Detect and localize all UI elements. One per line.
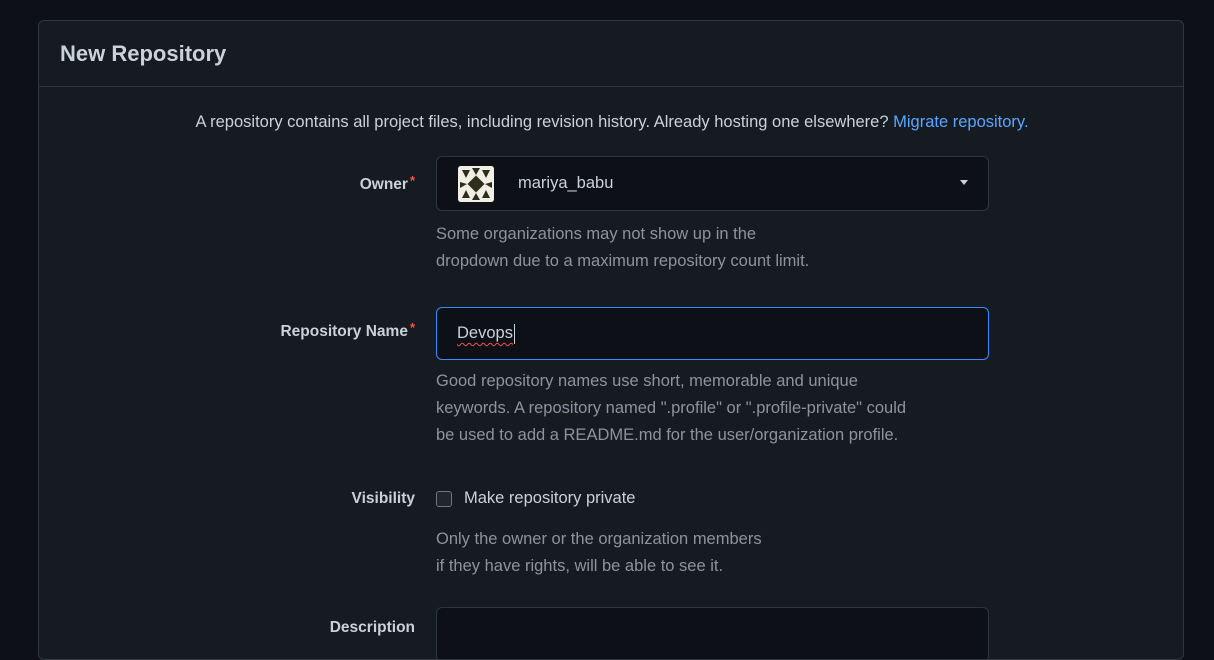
identicon-icon: [458, 165, 494, 202]
visibility-label: Visibility: [352, 490, 415, 508]
required-mark: *: [409, 320, 415, 335]
required-mark: *: [409, 173, 415, 188]
avatar: [458, 165, 494, 202]
repository-name-help-line: Good repository names use short, memorab…: [436, 372, 858, 390]
panel-header: New Repository: [39, 21, 1183, 87]
visibility-label-text: Visibility: [351, 490, 415, 507]
visibility-help-line: Only the owner or the organization membe…: [436, 530, 762, 548]
new-repository-panel: New Repository A repository contains all…: [38, 20, 1184, 660]
repository-name-input[interactable]: Devops: [436, 307, 989, 360]
repository-name-label: Repository Name *: [280, 320, 415, 341]
make-private-toggle[interactable]: Make repository private: [436, 489, 636, 508]
text-cursor: [513, 323, 515, 344]
owner-help-line: dropdown due to a maximum repository cou…: [436, 252, 810, 270]
repository-name-help-line: be used to add a README.md for the user/…: [436, 426, 899, 444]
intro-description: A repository contains all project files,…: [195, 113, 889, 131]
visibility-help: Only the owner or the organization membe…: [436, 526, 762, 580]
owner-help: Some organizations may not show up in th…: [436, 221, 809, 275]
make-private-checkbox[interactable]: [436, 490, 452, 507]
description-label-text: Description: [329, 619, 415, 636]
migrate-repository-link[interactable]: Migrate repository.: [893, 113, 1028, 131]
repository-name-label-text: Repository Name: [280, 323, 408, 340]
repository-name-value: Devops: [457, 324, 513, 342]
visibility-help-line: if they have rights, will be able to see…: [436, 557, 724, 575]
intro-text: A repository contains all project files,…: [39, 113, 1183, 132]
owner-label-text: Owner: [359, 176, 408, 193]
description-input[interactable]: [436, 607, 989, 659]
owner-dropdown[interactable]: mariya_babu: [436, 156, 989, 211]
owner-help-line: Some organizations may not show up in th…: [436, 225, 757, 243]
repository-name-help-line: keywords. A repository named ".profile" …: [436, 399, 907, 417]
make-private-label[interactable]: Make repository private: [464, 489, 636, 508]
page-title: New Repository: [60, 40, 227, 66]
repository-name-help: Good repository names use short, memorab…: [436, 368, 906, 449]
owner-name: mariya_babu: [518, 174, 614, 192]
description-label: Description: [330, 619, 415, 637]
chevron-down-icon: [960, 180, 968, 185]
owner-label: Owner *: [359, 173, 415, 194]
